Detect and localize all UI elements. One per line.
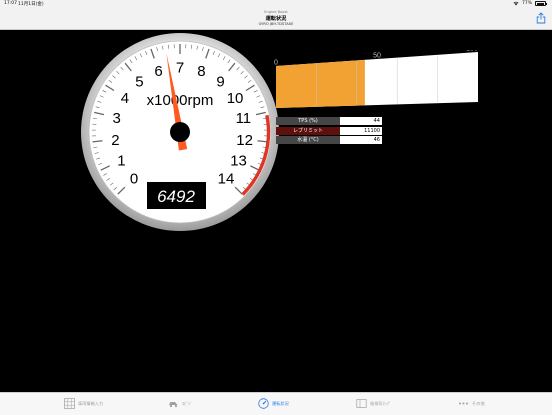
tick-label: 9 [216, 74, 224, 91]
rev-limit-label: レブリミット [276, 127, 340, 135]
data-row-water-temp: 水温 (°C) 46 [276, 136, 382, 144]
bar-meter-fill [276, 60, 365, 108]
tick-label: 4 [121, 90, 129, 107]
needle-hub [170, 122, 190, 142]
gauge-unit-label: x1000rpm [147, 92, 214, 109]
water-temp-value: 46 [340, 136, 382, 144]
tick-label: 6 [154, 63, 162, 80]
battery-percent: 77% [522, 1, 532, 6]
tick-label: 5 [135, 74, 143, 91]
car-icon [168, 398, 179, 409]
water-temp-label: 水温 (°C) [276, 136, 340, 144]
bar-scale-label: 0 [274, 60, 278, 67]
tps-value: 44 [340, 117, 382, 125]
more-icon [458, 398, 469, 409]
status-date: 11月1日(金) [18, 1, 44, 7]
share-icon[interactable] [536, 12, 546, 24]
bar-scale-label: 50 [373, 53, 381, 60]
digital-readout: 6492 [157, 187, 195, 206]
tab-intake-map[interactable]: 吸排気ﾏｯﾌﾟ [356, 398, 391, 409]
tab-bar: 車両情報入力 ｽﾋﾟﾄﾞ 運転状況 吸排気ﾏｯﾌﾟ その他 [0, 392, 552, 415]
tab-vehicle-info[interactable]: 車両情報入力 [64, 398, 103, 409]
status-right: 77% [513, 1, 546, 6]
tab-label: 吸排気ﾏｯﾌﾟ [370, 401, 391, 407]
grid-icon [64, 398, 75, 409]
tachometer-gauge: 01234567891011121314 x1000rpm 6492 [80, 32, 280, 232]
top-bar: 17:07 11月1日(金) 77% Engine Boost 運転状況 GYR… [0, 0, 552, 30]
tps-bar-meter: 0 50 100 [272, 50, 482, 110]
tick-label: 7 [176, 60, 184, 77]
tick-label: 8 [197, 63, 205, 80]
tab-driving-status[interactable]: 運転状況 [258, 398, 289, 409]
battery-icon [535, 1, 546, 6]
tick-label: 2 [111, 132, 119, 149]
tick-label: 1 [117, 153, 125, 170]
gauge-icon [258, 398, 269, 409]
data-row-tps: TPS (%) 44 [276, 117, 382, 125]
tab-label: 運転状況 [272, 401, 289, 407]
nav-pretitle: Engine Boost [0, 10, 552, 14]
map-icon [356, 398, 367, 409]
status-time: 17:07 [4, 1, 17, 6]
bar-scale-label: 100 [466, 50, 478, 53]
rev-limit-value: 11100 [340, 127, 382, 135]
tab-label: 車両情報入力 [78, 401, 103, 407]
tab-other[interactable]: その他 [458, 398, 485, 409]
wifi-icon [513, 1, 519, 6]
page-title: 運転状況 [0, 15, 552, 22]
tick-label: 13 [230, 153, 247, 170]
data-row-rev-limit: レブリミット 11100 [276, 127, 382, 135]
tps-label: TPS (%) [276, 117, 340, 125]
tab-speed[interactable]: ｽﾋﾟﾄﾞ [168, 398, 192, 409]
nav-subtitle: GYRO JBH-TDSTAXE [0, 22, 552, 26]
tick-label: 11 [236, 110, 252, 127]
tick-label: 0 [130, 170, 138, 187]
data-table: TPS (%) 44 レブリミット 11100 水温 (°C) 46 [276, 117, 382, 146]
tick-label: 14 [218, 170, 235, 187]
tab-label: ｽﾋﾟﾄﾞ [182, 401, 192, 407]
tick-label: 12 [236, 132, 253, 149]
tab-label: その他 [472, 401, 485, 407]
tick-label: 10 [227, 90, 244, 107]
tick-label: 3 [112, 110, 120, 127]
